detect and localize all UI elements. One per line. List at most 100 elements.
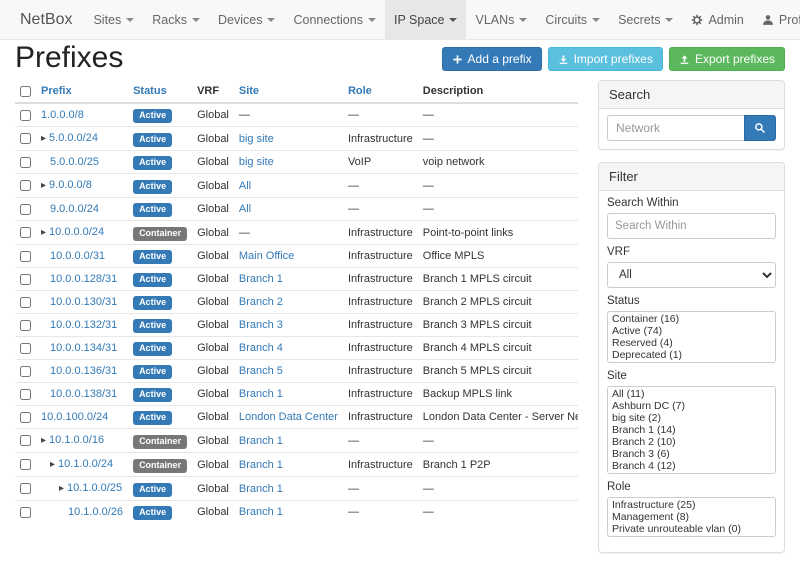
site-link[interactable]: Branch 1 bbox=[239, 506, 283, 518]
row-checkbox[interactable] bbox=[20, 133, 31, 144]
column-sort-link[interactable]: Site bbox=[239, 85, 259, 97]
site-link[interactable]: Branch 1 bbox=[239, 483, 283, 495]
filter-option[interactable]: Branch 1 (14) bbox=[608, 424, 775, 436]
filter-option[interactable]: Active (74) bbox=[608, 325, 775, 337]
filter-option[interactable]: Branch 5 (7) bbox=[608, 472, 775, 474]
prefix-link[interactable]: 10.0.100.0/24 bbox=[41, 411, 108, 423]
prefix-link[interactable]: 5.0.0.0/24 bbox=[49, 132, 98, 144]
vrf-cell: Global bbox=[192, 477, 234, 501]
filter-listbox-status[interactable]: Container (16)Active (74)Reserved (4)Dep… bbox=[607, 311, 776, 363]
site-link[interactable]: All bbox=[239, 180, 251, 192]
search-button[interactable] bbox=[744, 115, 776, 141]
filter-option[interactable]: Infrastructure (25) bbox=[608, 499, 775, 511]
nav-item-connections[interactable]: Connections bbox=[284, 0, 385, 39]
filter-option[interactable]: Branch 2 (10) bbox=[608, 436, 775, 448]
filter-option[interactable]: Container (16) bbox=[608, 313, 775, 325]
prefix-link[interactable]: 10.0.0.0/31 bbox=[50, 250, 105, 262]
filter-option[interactable]: Branch 3 (6) bbox=[608, 448, 775, 460]
nav-item-racks[interactable]: Racks bbox=[143, 0, 209, 39]
filter-select-vrf[interactable]: All bbox=[607, 262, 776, 288]
prefix-link[interactable]: 10.0.0.130/31 bbox=[50, 296, 117, 308]
app-brand[interactable]: NetBox bbox=[8, 0, 84, 39]
site-link[interactable]: All bbox=[239, 203, 251, 215]
prefix-link[interactable]: 10.1.0.0/26 bbox=[68, 506, 123, 518]
prefix-link[interactable]: 10.0.0.134/31 bbox=[50, 342, 117, 354]
site-link[interactable]: Branch 5 bbox=[239, 365, 283, 377]
prefix-link[interactable]: 10.0.0.0/24 bbox=[49, 226, 104, 238]
row-checkbox[interactable] bbox=[20, 389, 31, 400]
prefix-cell: ▸10.1.0.0/25 bbox=[36, 477, 128, 501]
add-a-prefix-button[interactable]: Add a prefix bbox=[442, 47, 542, 71]
filter-option[interactable]: Deprecated (1) bbox=[608, 349, 775, 361]
row-checkbox[interactable] bbox=[20, 251, 31, 262]
import-prefixes-button[interactable]: Import prefixes bbox=[548, 47, 663, 71]
filter-listbox-role[interactable]: Infrastructure (25)Management (8)Private… bbox=[607, 497, 776, 537]
nav-item-sites[interactable]: Sites bbox=[84, 0, 143, 39]
row-checkbox[interactable] bbox=[20, 227, 31, 238]
filter-option[interactable]: Branch 4 (12) bbox=[608, 460, 775, 472]
row-checkbox[interactable] bbox=[20, 507, 31, 518]
prefix-link[interactable]: 10.0.0.128/31 bbox=[50, 273, 117, 285]
site-link[interactable]: Branch 3 bbox=[239, 319, 283, 331]
column-sort-link[interactable]: Status bbox=[133, 85, 167, 97]
row-checkbox[interactable] bbox=[20, 343, 31, 354]
row-checkbox[interactable] bbox=[20, 483, 31, 494]
prefix-link[interactable]: 1.0.0.0/8 bbox=[41, 109, 84, 121]
prefix-link[interactable]: 9.0.0.0/24 bbox=[50, 203, 99, 215]
prefix-link[interactable]: 10.0.0.132/31 bbox=[50, 319, 117, 331]
site-link[interactable]: Branch 1 bbox=[239, 273, 283, 285]
prefix-link[interactable]: 5.0.0.0/25 bbox=[50, 156, 99, 168]
prefix-link[interactable]: 10.1.0.0/25 bbox=[67, 482, 122, 494]
column-sort-link[interactable]: Role bbox=[348, 85, 372, 97]
site-link[interactable]: Branch 1 bbox=[239, 459, 283, 471]
row-checkbox[interactable] bbox=[20, 204, 31, 215]
prefix-link[interactable]: 10.0.0.138/31 bbox=[50, 388, 117, 400]
site-link[interactable]: Branch 4 bbox=[239, 342, 283, 354]
site-link[interactable]: Branch 1 bbox=[239, 388, 283, 400]
search-input[interactable] bbox=[607, 115, 744, 141]
row-checkbox[interactable] bbox=[20, 435, 31, 446]
site-cell: Branch 5 bbox=[234, 360, 343, 383]
site-link[interactable]: big site bbox=[239, 156, 274, 168]
filter-option[interactable]: Ashburn DC (7) bbox=[608, 400, 775, 412]
row-checkbox[interactable] bbox=[20, 412, 31, 423]
nav-item-devices[interactable]: Devices bbox=[209, 0, 284, 39]
prefix-link[interactable]: 10.1.0.0/16 bbox=[49, 434, 104, 446]
row-checkbox[interactable] bbox=[20, 110, 31, 121]
filter-option[interactable]: Management (8) bbox=[608, 511, 775, 523]
nav-item-ip-space[interactable]: IP Space bbox=[385, 0, 467, 39]
row-checkbox[interactable] bbox=[20, 157, 31, 168]
row-checkbox[interactable] bbox=[20, 274, 31, 285]
site-link[interactable]: London Data Center bbox=[239, 411, 338, 423]
prefix-cell: ▸10.1.0.0/24 bbox=[36, 453, 128, 477]
nav-item-secrets[interactable]: Secrets bbox=[609, 0, 682, 39]
row-checkbox[interactable] bbox=[20, 180, 31, 191]
nav-item-circuits[interactable]: Circuits bbox=[536, 0, 609, 39]
prefix-link[interactable]: 10.1.0.0/24 bbox=[58, 458, 113, 470]
filter-option[interactable]: big site (2) bbox=[608, 412, 775, 424]
nav-item-admin[interactable]: Admin bbox=[682, 0, 752, 39]
site-link[interactable]: Branch 1 bbox=[239, 435, 283, 447]
prefix-link[interactable]: 9.0.0.0/8 bbox=[49, 179, 92, 191]
column-sort-link[interactable]: Prefix bbox=[41, 85, 72, 97]
filter-option[interactable]: Private unrouteable vlan (0) bbox=[608, 523, 775, 535]
prefix-cell: ▸9.0.0.0/8 bbox=[36, 174, 128, 198]
filter-option[interactable]: Reserved (4) bbox=[608, 337, 775, 349]
row-checkbox[interactable] bbox=[20, 320, 31, 331]
row-checkbox[interactable] bbox=[20, 366, 31, 377]
nav-item-profile[interactable]: Profile bbox=[753, 0, 800, 39]
select-all-checkbox[interactable] bbox=[20, 86, 31, 97]
row-checkbox[interactable] bbox=[20, 459, 31, 470]
site-link[interactable]: big site bbox=[239, 133, 274, 145]
export-prefixes-button[interactable]: Export prefixes bbox=[669, 47, 785, 71]
chevron-down-icon bbox=[192, 18, 200, 22]
nav-item-vlans[interactable]: VLANs bbox=[466, 0, 536, 39]
prefix-link[interactable]: 10.0.0.136/31 bbox=[50, 365, 117, 377]
filter-listbox-site[interactable]: All (11)Ashburn DC (7)big site (2)Branch… bbox=[607, 386, 776, 474]
filter-input-search-within[interactable] bbox=[607, 213, 776, 239]
table-row: ▸9.0.0.0/8ActiveGlobalAll—— bbox=[15, 174, 578, 198]
site-link[interactable]: Main Office bbox=[239, 250, 294, 262]
filter-option[interactable]: All (11) bbox=[608, 388, 775, 400]
site-link[interactable]: Branch 2 bbox=[239, 296, 283, 308]
row-checkbox[interactable] bbox=[20, 297, 31, 308]
